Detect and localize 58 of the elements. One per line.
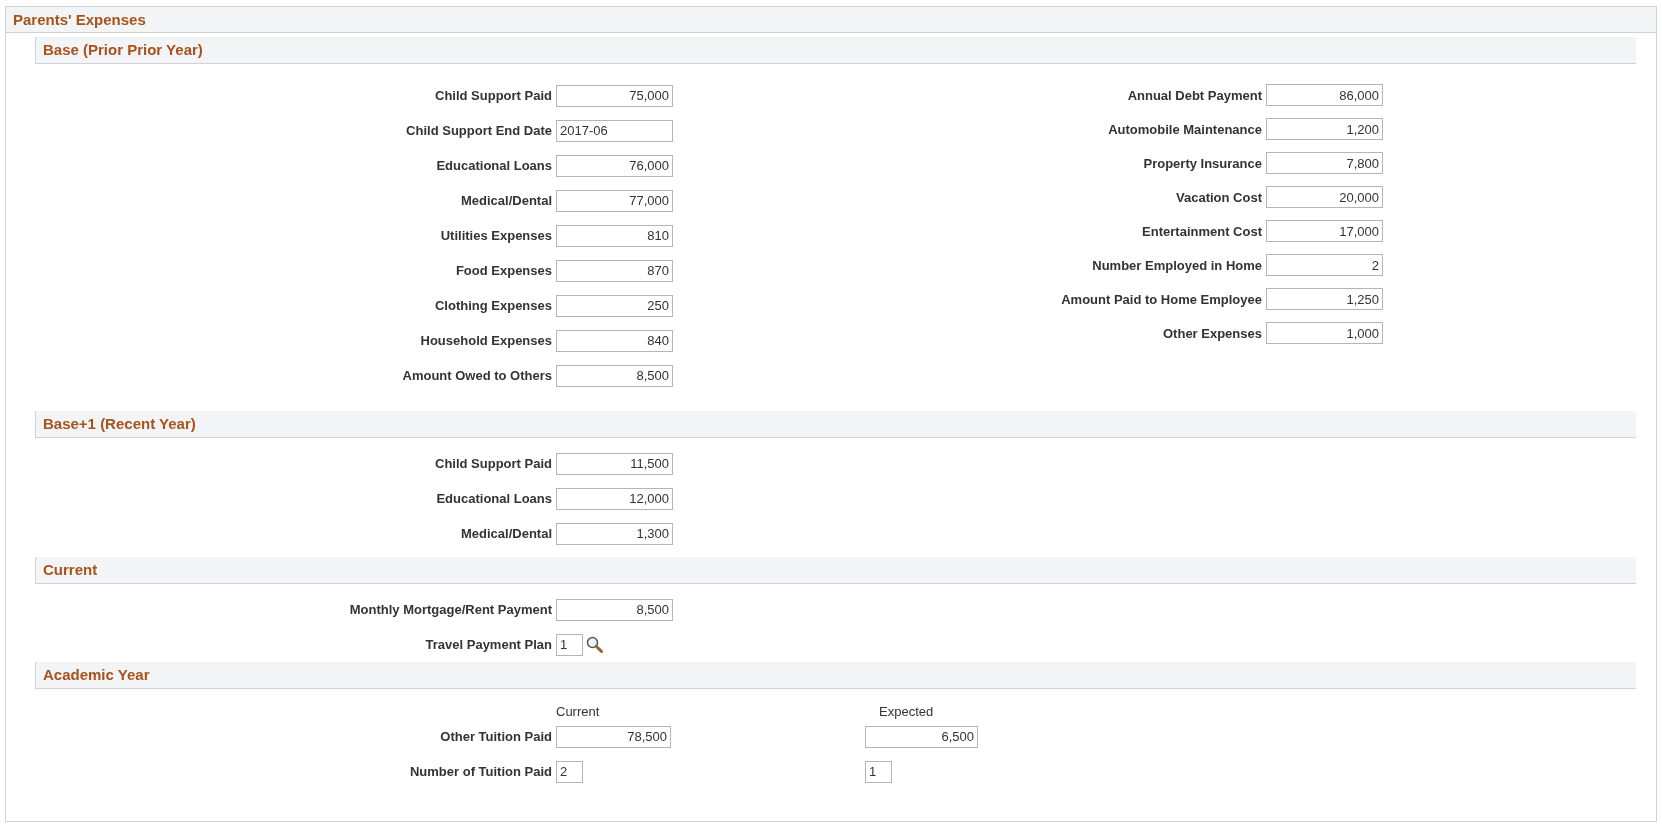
input-field[interactable]: 8,500 <box>556 364 673 387</box>
search-icon[interactable] <box>586 636 603 653</box>
field-label: Vacation Cost <box>1175 189 1263 205</box>
field-label: Entertainment Cost <box>1141 223 1263 239</box>
field-label: Annual Debt Payment <box>1126 87 1263 103</box>
field-label: Amount Owed to Others <box>401 368 553 383</box>
input-field[interactable]: 810 <box>556 224 673 247</box>
input-field[interactable]: 7,800 <box>1266 152 1383 174</box>
field-label: Food Expenses <box>454 263 553 278</box>
input-field[interactable]: 11,500 <box>556 452 673 475</box>
input-field[interactable]: 1,200 <box>1266 118 1383 140</box>
input-field[interactable]: 2017-06 <box>556 119 673 142</box>
field-label: Child Support Paid <box>434 88 553 103</box>
input-field[interactable]: 2 <box>1266 254 1383 276</box>
input-field[interactable]: 2 <box>556 760 583 783</box>
section-header: Academic Year <box>35 662 1636 689</box>
field-label: Travel Payment Plan <box>424 637 553 652</box>
column-header: Current <box>556 704 601 719</box>
input-field[interactable]: 1 <box>865 760 892 783</box>
section-header: Base (Prior Prior Year) <box>35 37 1636 64</box>
input-field[interactable]: 6,500 <box>865 725 978 748</box>
field-label: Number of Tuition Paid <box>408 764 553 779</box>
page-title: Parents' Expenses <box>6 7 1656 33</box>
input-field[interactable]: 840 <box>556 329 673 352</box>
input-field[interactable]: 78,500 <box>556 725 671 748</box>
input-field[interactable]: 1,250 <box>1266 288 1383 310</box>
field-label: Medical/Dental <box>459 526 553 541</box>
field-label: Utilities Expenses <box>439 228 553 243</box>
input-field[interactable]: 1,300 <box>556 522 673 545</box>
input-field[interactable]: 17,000 <box>1266 220 1383 242</box>
field-label: Automobile Maintenance <box>1107 121 1263 137</box>
input-field[interactable]: 8,500 <box>556 598 673 621</box>
input-field[interactable]: 76,000 <box>556 154 673 177</box>
input-field[interactable]: 75,000 <box>556 84 673 107</box>
field-label: Clothing Expenses <box>433 298 553 313</box>
input-field[interactable]: 86,000 <box>1266 84 1383 106</box>
section-header: Base+1 (Recent Year) <box>35 411 1636 438</box>
field-label: Household Expenses <box>419 333 553 348</box>
column-header: Expected <box>878 704 934 719</box>
input-field[interactable]: 1,000 <box>1266 322 1383 344</box>
input-field[interactable]: 20,000 <box>1266 186 1383 208</box>
field-label: Number Employed in Home <box>1091 257 1263 273</box>
field-label: Monthly Mortgage/Rent Payment <box>348 602 553 617</box>
field-label: Other Tuition Paid <box>439 729 553 744</box>
field-label: Property Insurance <box>1142 155 1263 171</box>
input-field[interactable]: 77,000 <box>556 189 673 212</box>
field-label: Educational Loans <box>435 491 553 506</box>
section-header: Current <box>35 557 1636 584</box>
field-label: Other Expenses <box>1162 325 1263 341</box>
input-field[interactable]: 250 <box>556 294 673 317</box>
field-label: Child Support Paid <box>434 456 553 471</box>
field-label: Amount Paid to Home Employee <box>1060 291 1263 307</box>
input-field[interactable]: 870 <box>556 259 673 282</box>
field-label: Child Support End Date <box>405 123 553 138</box>
input-field[interactable]: 1 <box>556 633 583 656</box>
field-label: Medical/Dental <box>459 193 553 208</box>
input-field[interactable]: 12,000 <box>556 487 673 510</box>
field-label: Educational Loans <box>435 158 553 173</box>
